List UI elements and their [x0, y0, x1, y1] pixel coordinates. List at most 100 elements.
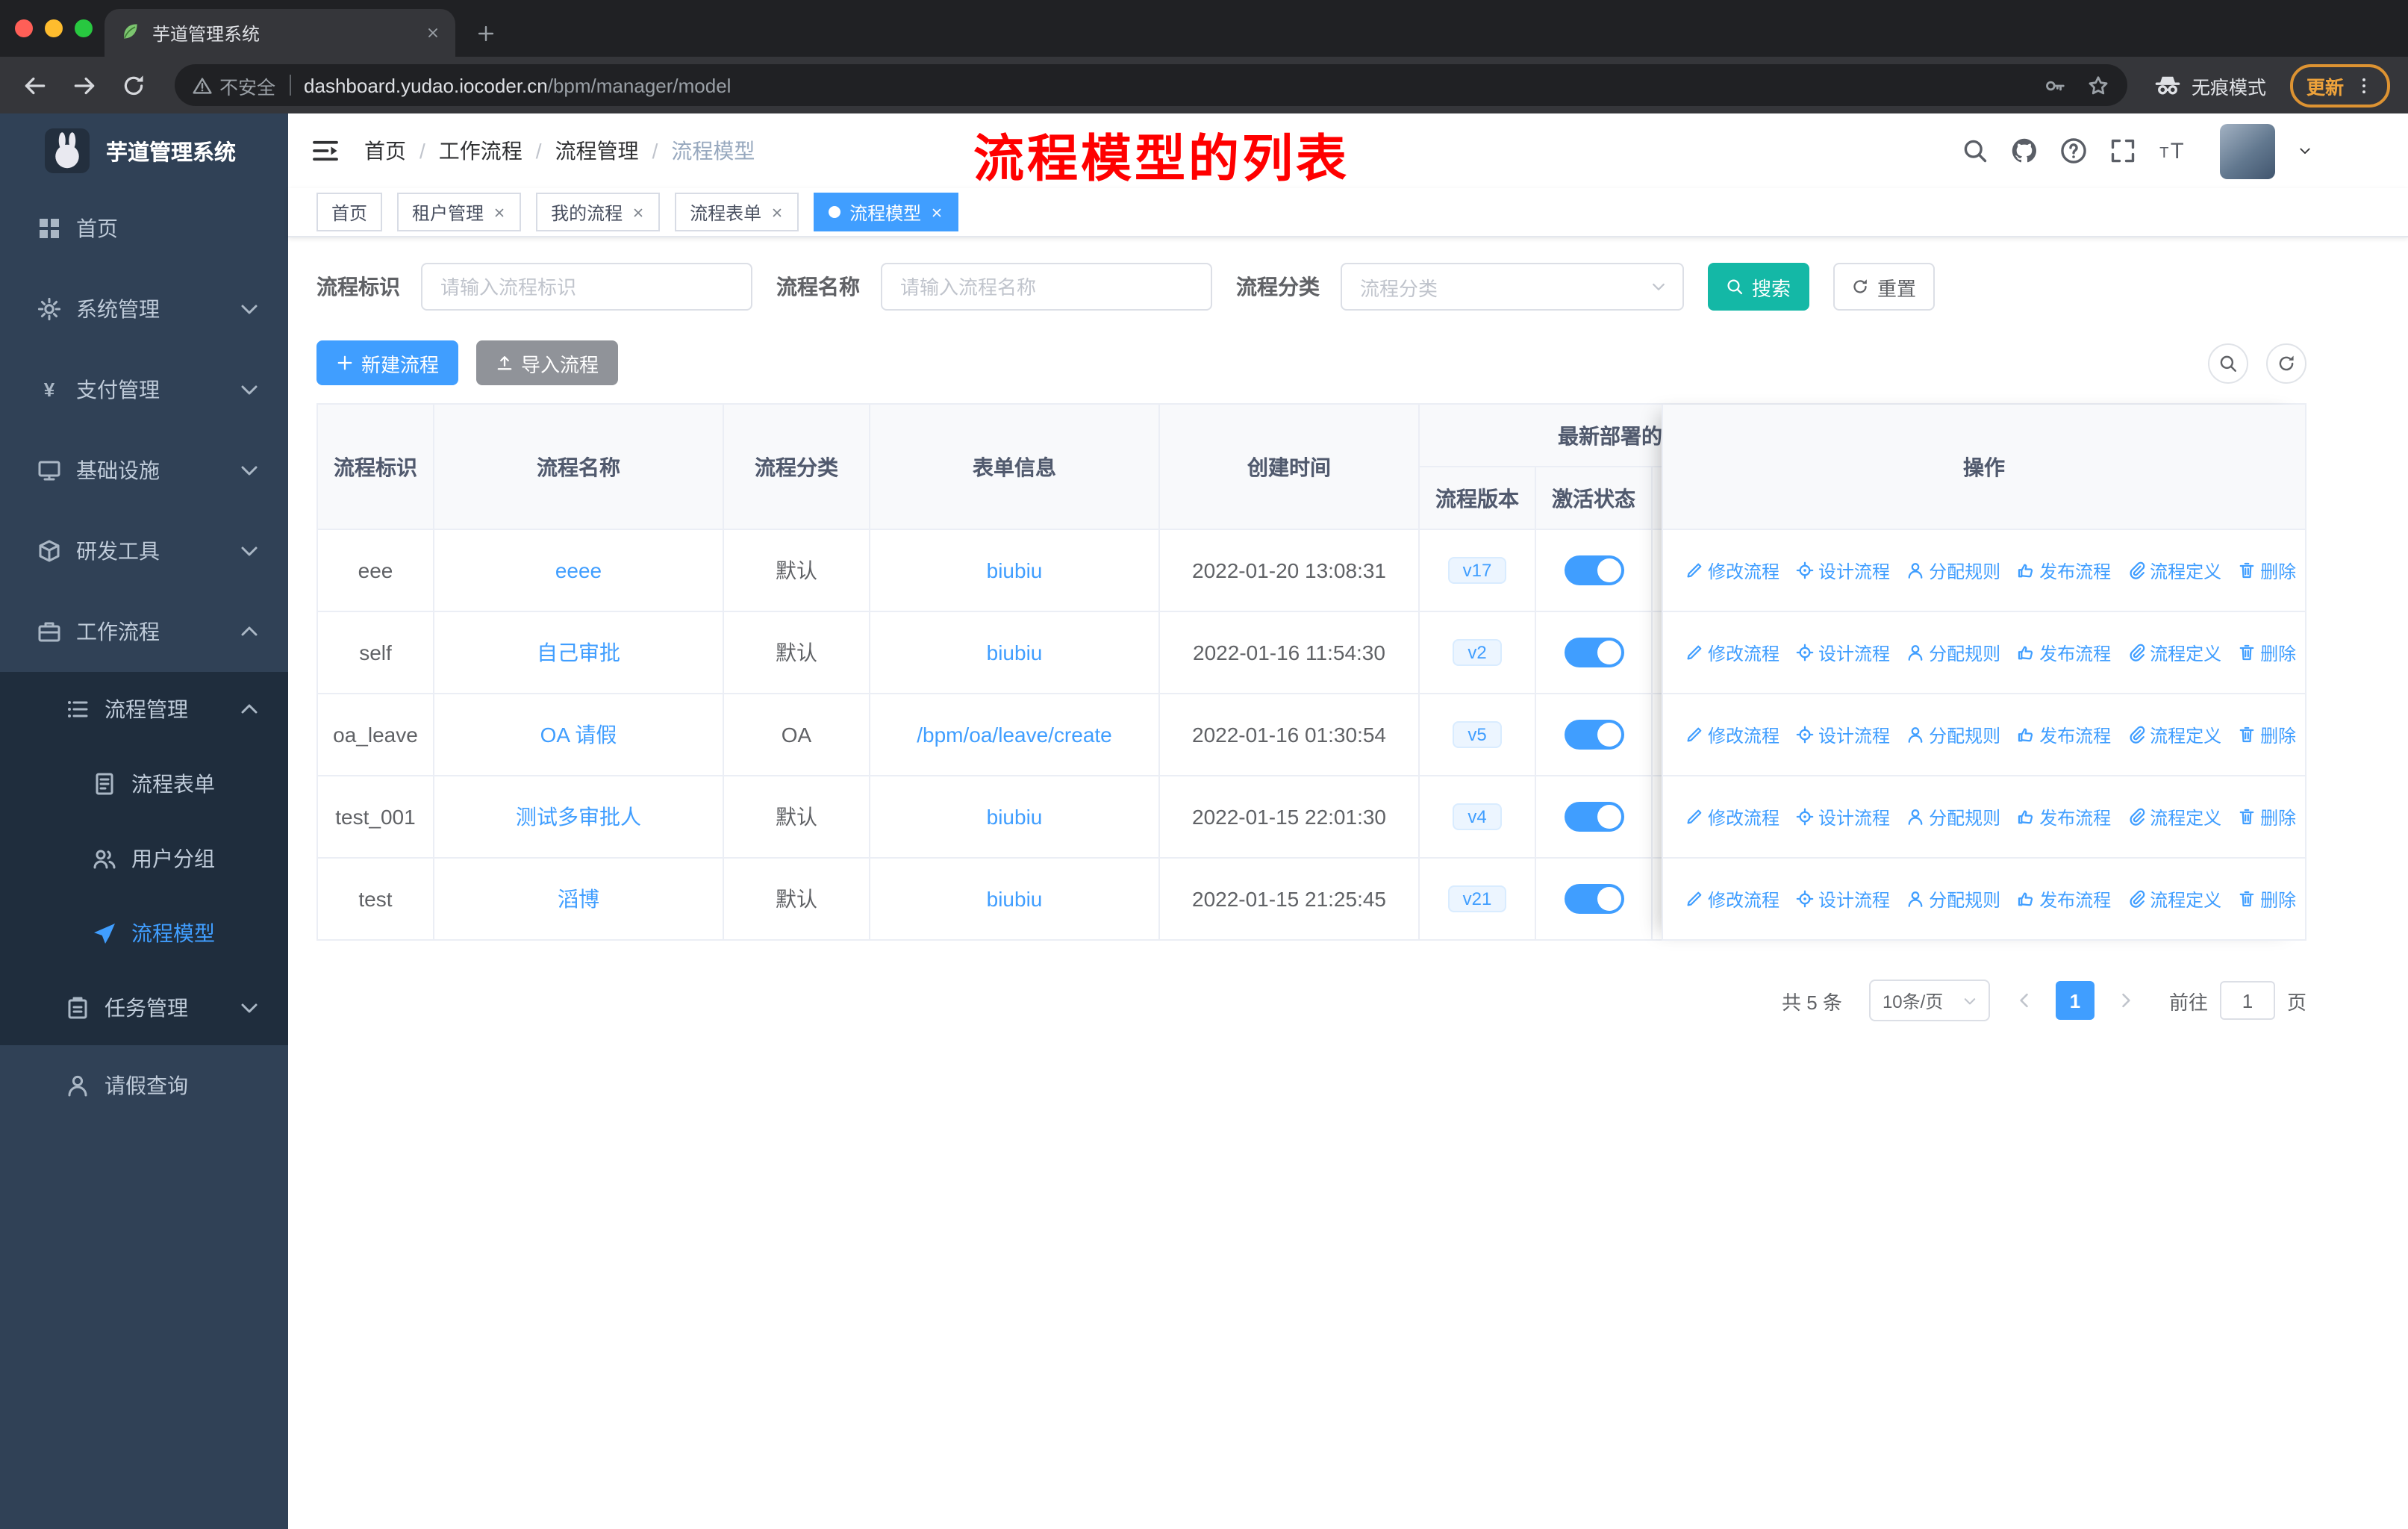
page-size-select[interactable]: 10条/页 [1868, 980, 1990, 1021]
tag-3[interactable]: 流程表单 [675, 193, 799, 231]
form-link[interactable]: biubiu [987, 805, 1043, 829]
form-link[interactable]: /bpm/oa/leave/create [917, 723, 1112, 747]
action-design-link[interactable]: 设计流程 [1796, 886, 1890, 912]
action-design-link[interactable]: 设计流程 [1796, 804, 1890, 829]
form-link[interactable]: biubiu [987, 887, 1043, 911]
active-toggle[interactable] [1564, 720, 1623, 750]
action-definition-link[interactable]: 流程定义 [2127, 640, 2221, 665]
form-link[interactable]: biubiu [987, 558, 1043, 582]
action-definition-link[interactable]: 流程定义 [2127, 886, 2221, 912]
back-button[interactable] [18, 68, 52, 102]
action-definition-link[interactable]: 流程定义 [2127, 558, 2221, 583]
action-assign-link[interactable]: 分配规则 [1906, 886, 2000, 912]
process-name-link[interactable]: OA 请假 [540, 720, 617, 750]
forward-button[interactable] [67, 68, 102, 102]
tag-2[interactable]: 我的流程 [536, 193, 661, 231]
address-bar[interactable]: 不安全 dashboard.yudao.iocoder.cn/bpm/manag… [175, 64, 2127, 106]
action-delete-link[interactable]: 删除 [2238, 804, 2296, 829]
active-toggle[interactable] [1564, 638, 1623, 667]
tag-0[interactable]: 首页 [316, 193, 383, 231]
security-chip[interactable]: 不安全 [193, 71, 275, 99]
action-modify-link[interactable]: 修改流程 [1685, 558, 1780, 583]
process-name-link[interactable]: eeee [555, 558, 602, 582]
form-link[interactable]: biubiu [987, 641, 1043, 664]
github-icon[interactable] [2011, 137, 2038, 164]
sidebar-item-3[interactable]: 基础设施 [0, 430, 288, 511]
bookmark-star-icon[interactable] [2087, 74, 2109, 96]
action-definition-link[interactable]: 流程定义 [2127, 804, 2221, 829]
sidebar-group-0[interactable]: 流程管理 [0, 672, 288, 747]
reload-button[interactable] [116, 68, 151, 102]
search-button[interactable]: 搜索 [1708, 263, 1809, 311]
page-number-button[interactable]: 1 [2055, 981, 2094, 1020]
sidebar-item-2[interactable]: ¥ 支付管理 [0, 349, 288, 430]
action-publish-link[interactable]: 发布流程 [2017, 722, 2111, 747]
action-modify-link[interactable]: 修改流程 [1685, 640, 1780, 665]
refresh-table-button[interactable] [2266, 343, 2306, 383]
password-key-icon[interactable] [2044, 74, 2066, 96]
breadcrumb-workflow[interactable]: 工作流程 [439, 136, 523, 166]
menu-dots-icon[interactable] [2354, 75, 2374, 95]
sidebar-item-5[interactable]: 工作流程 [0, 591, 288, 672]
avatar[interactable] [2220, 123, 2275, 178]
process-name-input[interactable] [881, 263, 1212, 311]
sidebar-item-leave-query[interactable]: 请假查询 [0, 1045, 288, 1126]
action-publish-link[interactable]: 发布流程 [2017, 804, 2111, 829]
action-design-link[interactable]: 设计流程 [1796, 722, 1890, 747]
sidebar-subitem-0[interactable]: 流程表单 [0, 747, 288, 821]
reset-button[interactable]: 重置 [1833, 263, 1935, 311]
action-publish-link[interactable]: 发布流程 [2017, 558, 2111, 583]
sidebar-group-1[interactable]: 任务管理 [0, 971, 288, 1045]
window-minimize-button[interactable] [45, 19, 63, 37]
close-icon[interactable] [631, 205, 645, 219]
sidebar-subitem-1[interactable]: 用户分组 [0, 821, 288, 896]
close-icon[interactable] [493, 205, 506, 219]
action-delete-link[interactable]: 删除 [2238, 886, 2296, 912]
action-publish-link[interactable]: 发布流程 [2017, 886, 2111, 912]
prev-page-button[interactable] [2014, 990, 2035, 1011]
category-select[interactable]: 流程分类 [1341, 263, 1684, 311]
window-close-button[interactable] [15, 19, 33, 37]
new-tab-button[interactable] [476, 24, 496, 43]
hamburger-icon[interactable] [311, 136, 340, 166]
action-publish-link[interactable]: 发布流程 [2017, 640, 2111, 665]
action-assign-link[interactable]: 分配规则 [1906, 804, 2000, 829]
tag-4[interactable]: 流程模型 [814, 193, 959, 231]
action-assign-link[interactable]: 分配规则 [1906, 722, 2000, 747]
browser-tab[interactable]: 芋道管理系统 [105, 9, 455, 57]
action-assign-link[interactable]: 分配规则 [1906, 558, 2000, 583]
avatar-caret-icon[interactable] [2298, 143, 2312, 158]
breadcrumb-process-mgmt[interactable]: 流程管理 [555, 136, 639, 166]
help-icon[interactable] [2060, 137, 2087, 164]
active-toggle[interactable] [1564, 802, 1623, 832]
sidebar-item-4[interactable]: 研发工具 [0, 511, 288, 591]
update-button[interactable]: 更新 [2289, 63, 2390, 107]
action-modify-link[interactable]: 修改流程 [1685, 804, 1780, 829]
active-toggle[interactable] [1564, 555, 1623, 585]
action-delete-link[interactable]: 删除 [2238, 640, 2296, 665]
search-icon[interactable] [1962, 137, 1989, 164]
goto-page-input[interactable] [2219, 981, 2275, 1020]
import-process-button[interactable]: 导入流程 [476, 340, 619, 385]
fullscreen-icon[interactable] [2109, 137, 2136, 164]
create-process-button[interactable]: 新建流程 [316, 340, 459, 385]
font-size-icon[interactable]: TT [2159, 137, 2186, 164]
action-definition-link[interactable]: 流程定义 [2127, 722, 2221, 747]
action-delete-link[interactable]: 删除 [2238, 722, 2296, 747]
action-design-link[interactable]: 设计流程 [1796, 558, 1890, 583]
process-name-link[interactable]: 自己审批 [537, 638, 620, 667]
next-page-button[interactable] [2115, 990, 2136, 1011]
action-delete-link[interactable]: 删除 [2238, 558, 2296, 583]
action-design-link[interactable]: 设计流程 [1796, 640, 1890, 665]
action-assign-link[interactable]: 分配规则 [1906, 640, 2000, 665]
close-icon[interactable] [770, 205, 784, 219]
close-icon[interactable] [930, 205, 943, 219]
sidebar-subitem-2[interactable]: 流程模型 [0, 896, 288, 971]
action-modify-link[interactable]: 修改流程 [1685, 722, 1780, 747]
window-zoom-button[interactable] [75, 19, 93, 37]
show-search-button[interactable] [2208, 343, 2248, 383]
action-modify-link[interactable]: 修改流程 [1685, 886, 1780, 912]
tab-close-icon[interactable] [425, 25, 440, 40]
sidebar-item-0[interactable]: 首页 [0, 188, 288, 269]
active-toggle[interactable] [1564, 884, 1623, 914]
